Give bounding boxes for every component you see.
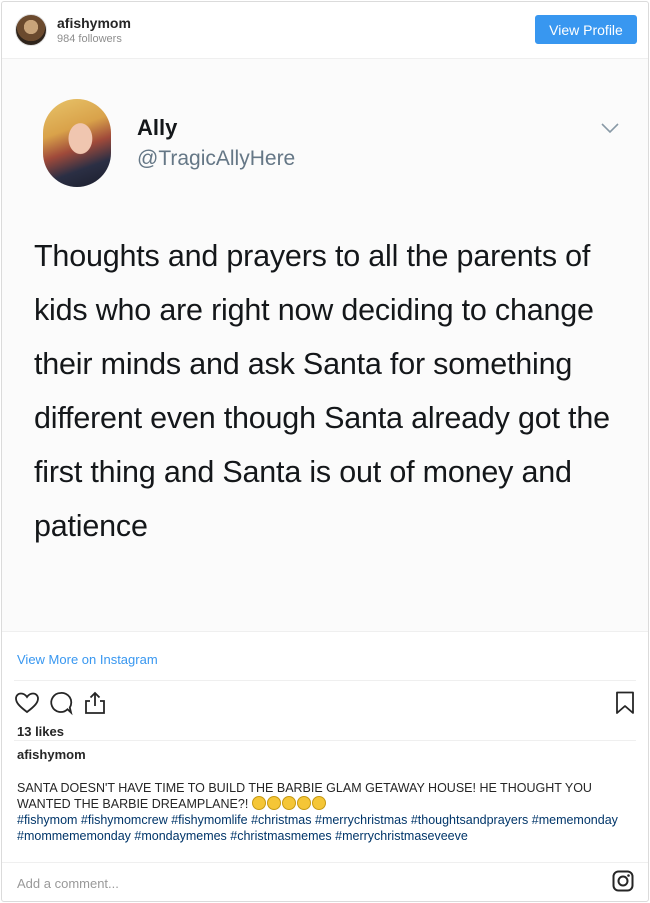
share-icon[interactable] <box>82 690 108 716</box>
hashtags[interactable]: #fishymom #fishymomcrew #fishymomlife #c… <box>17 813 618 843</box>
username[interactable]: afishymom <box>57 15 131 31</box>
follower-count: 984 followers <box>57 33 122 45</box>
tweet-author-handle: @TragicAllyHere <box>137 147 296 170</box>
post-image[interactable]: Ally @TragicAllyHere Thoughts and prayer… <box>2 58 648 632</box>
instagram-embed: afishymom 984 followers View Profile All… <box>1 1 649 902</box>
comment-icon[interactable] <box>48 690 74 716</box>
instagram-icon[interactable] <box>612 870 634 892</box>
emoji-row <box>251 796 327 811</box>
tweet-text: Thoughts and prayers to all the parents … <box>34 239 610 543</box>
caption: SANTA DOESN'T HAVE TIME TO BUILD THE BAR… <box>17 780 639 844</box>
divider <box>14 680 636 681</box>
divider <box>2 862 648 863</box>
post-header: afishymom 984 followers View Profile <box>2 2 648 58</box>
caption-username[interactable]: afishymom <box>17 747 86 762</box>
view-profile-button[interactable]: View Profile <box>535 15 637 44</box>
comment-input[interactable] <box>17 872 577 894</box>
bookmark-icon[interactable] <box>612 690 638 716</box>
tweet-avatar <box>43 99 111 187</box>
avatar[interactable] <box>15 14 47 46</box>
heart-icon[interactable] <box>14 690 40 716</box>
view-more-link[interactable]: View More on Instagram <box>17 652 158 667</box>
action-bar <box>14 690 638 716</box>
divider <box>14 740 636 741</box>
tweet-author-name: Ally <box>137 115 178 140</box>
like-count[interactable]: 13 likes <box>17 724 64 739</box>
chevron-down-icon <box>601 123 619 134</box>
